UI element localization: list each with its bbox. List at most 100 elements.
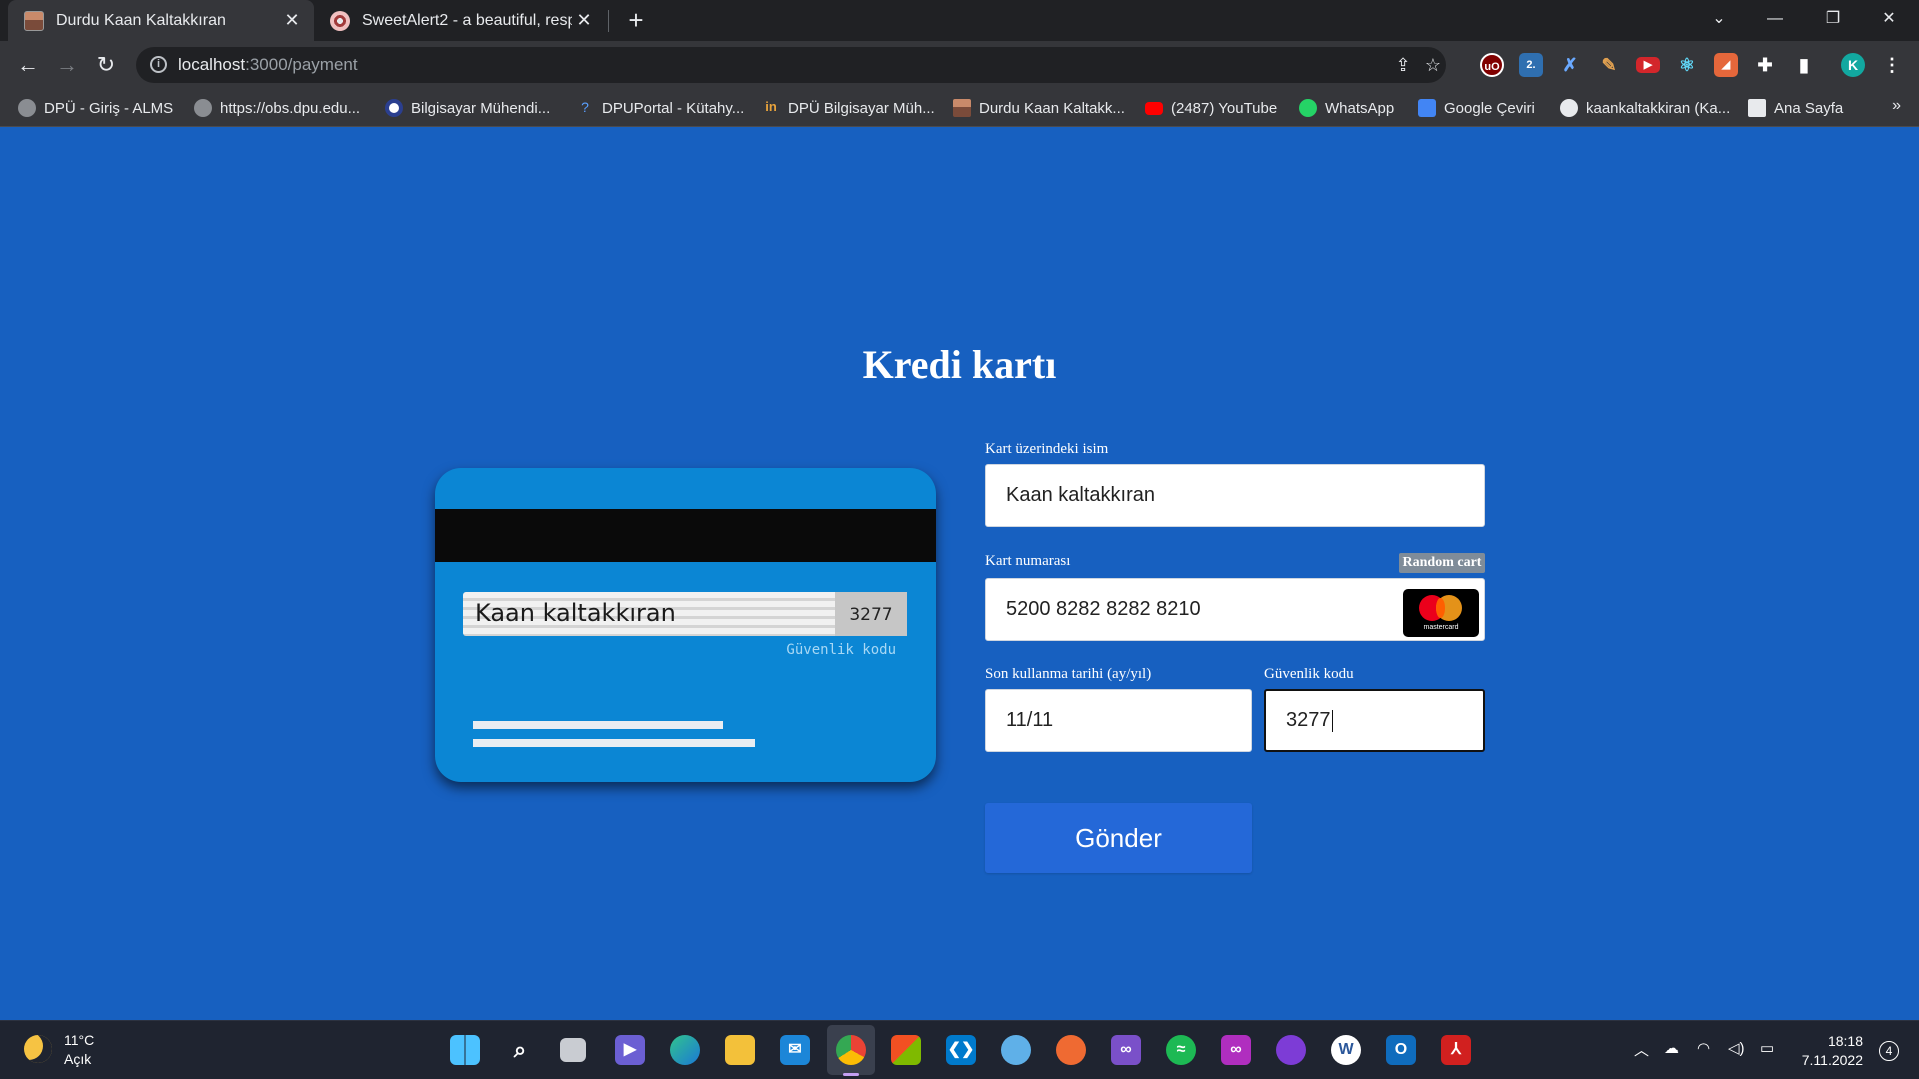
- bookmarks-overflow-icon[interactable]: »: [1892, 97, 1901, 115]
- tab-active[interactable]: Durdu Kaan Kaltakkıran ✕: [8, 0, 314, 41]
- search-icon[interactable]: ⌕: [505, 1035, 535, 1065]
- bookmark-item[interactable]: WhatsApp: [1299, 97, 1394, 119]
- bookmark-item[interactable]: Google Çeviri: [1418, 97, 1535, 119]
- restore-icon[interactable]: ❐: [1810, 0, 1856, 41]
- address-bar[interactable]: i localhost:3000/payment ⇪ ☆: [136, 47, 1446, 83]
- onedrive-icon[interactable]: ☁: [1664, 1039, 1679, 1057]
- arduino-icon[interactable]: ∞: [1221, 1035, 1251, 1065]
- share-icon[interactable]: ⇪: [1392, 54, 1414, 76]
- tab-title: Durdu Kaan Kaltakkıran: [56, 11, 226, 29]
- submit-button[interactable]: Gönder: [985, 803, 1252, 873]
- active-app-indicator: [843, 1073, 859, 1076]
- cvv-caption: Güvenlik kodu: [786, 642, 896, 658]
- react-devtools-icon[interactable]: ⚛: [1675, 53, 1699, 77]
- tab-title: SweetAlert2 - a beautiful, respon: [362, 11, 572, 29]
- paint-icon[interactable]: [1001, 1035, 1031, 1065]
- back-icon[interactable]: ←: [12, 49, 44, 81]
- expiry-input[interactable]: 11/11: [985, 689, 1252, 752]
- translate-extension-icon[interactable]: 2.: [1519, 53, 1543, 77]
- linkedin-icon: in: [765, 99, 777, 114]
- bookmark-item[interactable]: Bilgisayar Mühendi...: [385, 97, 550, 119]
- name-label: Kart üzerindeki isim: [985, 441, 1109, 457]
- expiry-label: Son kullanma tarihi (ay/yıl): [985, 666, 1152, 682]
- card-name-input[interactable]: Kaan kaltakkıran: [985, 464, 1485, 527]
- rss-extension-icon[interactable]: ◢: [1714, 53, 1738, 77]
- minimize-icon[interactable]: —: [1752, 0, 1798, 41]
- acrobat-icon[interactable]: ⅄: [1441, 1035, 1471, 1065]
- wifi-icon[interactable]: ◠: [1697, 1039, 1710, 1057]
- tab-separator: [608, 10, 609, 32]
- google-translate-icon: [1418, 99, 1436, 117]
- eyedropper-icon[interactable]: ✎: [1597, 53, 1621, 77]
- notification-badge[interactable]: 4: [1879, 1041, 1899, 1061]
- window-close-icon[interactable]: ✕: [1866, 0, 1912, 41]
- close-icon[interactable]: ✕: [572, 10, 596, 31]
- visual-studio-icon[interactable]: ∞: [1111, 1035, 1141, 1065]
- url-text[interactable]: localhost:3000/payment: [178, 55, 358, 75]
- side-panel-icon[interactable]: ▮: [1792, 53, 1816, 77]
- cvv-label: Güvenlik kodu: [1264, 666, 1354, 682]
- teams-icon[interactable]: ▶: [615, 1035, 645, 1065]
- number-label: Kart numarası: [985, 553, 1071, 569]
- credit-card-preview: Kaan kaltakkıran 3277 Güvenlik kodu: [435, 468, 936, 782]
- globe-icon: [18, 99, 36, 117]
- store-icon[interactable]: [891, 1035, 921, 1065]
- bookmark-star-icon[interactable]: ☆: [1422, 54, 1444, 76]
- word-icon[interactable]: W: [1331, 1035, 1361, 1065]
- chevron-up-icon[interactable]: ︿: [1634, 1039, 1649, 1060]
- spotify-icon[interactable]: ≈: [1166, 1035, 1196, 1065]
- github-desktop-icon[interactable]: [1276, 1035, 1306, 1065]
- volume-icon[interactable]: ◁): [1728, 1039, 1745, 1057]
- extensions-puzzle-icon[interactable]: ✚: [1753, 53, 1777, 77]
- moon-icon[interactable]: [24, 1035, 52, 1063]
- site-info-icon[interactable]: i: [150, 56, 167, 73]
- system-clock[interactable]: 18:18 7.11.2022: [1802, 1032, 1863, 1070]
- bookmark-item[interactable]: Ana Sayfa: [1748, 97, 1843, 119]
- vscode-icon[interactable]: ❮❯: [946, 1035, 976, 1065]
- bookmark-item[interactable]: kaankaltakkiran (Ka...: [1560, 97, 1730, 119]
- youtube-extension-icon[interactable]: ▶: [1636, 57, 1660, 73]
- ublock-icon[interactable]: uO: [1480, 53, 1504, 77]
- bookmark-item[interactable]: https://obs.dpu.edu...: [194, 97, 360, 119]
- outlook-icon[interactable]: O: [1386, 1035, 1416, 1065]
- card-line: [473, 721, 723, 729]
- reload-icon[interactable]: ↻: [90, 49, 122, 81]
- tab-search-icon[interactable]: ⌄: [1696, 0, 1742, 41]
- close-icon[interactable]: ✕: [280, 10, 304, 31]
- card-holder-name: Kaan kaltakkıran: [475, 599, 676, 627]
- person-photo-icon: [953, 99, 971, 117]
- file-explorer-icon[interactable]: [725, 1035, 755, 1065]
- card-cvv: 3277: [835, 592, 907, 636]
- task-view-icon[interactable]: [560, 1038, 586, 1062]
- bookmark-item[interactable]: in DPÜ Bilgisayar Müh...: [762, 97, 935, 119]
- youtube-icon: [1145, 101, 1163, 115]
- person-photo-icon: [24, 10, 44, 31]
- text-caret: [1331, 709, 1333, 732]
- random-card-button[interactable]: Random cart: [1399, 553, 1485, 573]
- weather-widget[interactable]: 11°C Açık: [64, 1031, 94, 1069]
- windows-start-icon[interactable]: [450, 1035, 480, 1065]
- bookmark-item[interactable]: Durdu Kaan Kaltakk...: [953, 97, 1125, 119]
- bookmark-item[interactable]: ? DPUPortal - Kütahy...: [576, 97, 744, 119]
- postman-icon[interactable]: [1056, 1035, 1086, 1065]
- windows-taskbar: 11°C Açık ⌕ ▶ ✉ ❮❯ ∞ ≈ ∞ W O ⅄ ︿ ☁ ◠ ◁) …: [0, 1020, 1919, 1079]
- tab-inactive[interactable]: SweetAlert2 - a beautiful, respon ✕: [314, 0, 606, 41]
- card-brand: mastercard: [1423, 624, 1459, 631]
- signature-strip: Kaan kaltakkıran 3277: [463, 592, 907, 636]
- chrome-icon[interactable]: [836, 1035, 866, 1065]
- temperature: 11°C: [64, 1032, 95, 1048]
- card-line: [473, 739, 755, 747]
- forward-icon[interactable]: →: [51, 49, 83, 81]
- bookmark-item[interactable]: (2487) YouTube: [1145, 97, 1277, 119]
- tools-icon[interactable]: ✗: [1558, 53, 1582, 77]
- new-tab-button[interactable]: +: [622, 4, 650, 36]
- page-title: Kredi kartı: [862, 342, 1057, 387]
- mail-icon[interactable]: ✉: [780, 1035, 810, 1065]
- edge-icon[interactable]: [670, 1035, 700, 1065]
- battery-icon[interactable]: ▭: [1760, 1039, 1774, 1057]
- bookmark-item[interactable]: DPÜ - Giriş - ALMS: [18, 97, 173, 119]
- menu-icon[interactable]: ⋮: [1880, 53, 1904, 77]
- question-icon: ?: [581, 99, 589, 115]
- cvv-input[interactable]: 3277: [1264, 689, 1485, 752]
- profile-avatar[interactable]: K: [1841, 53, 1865, 77]
